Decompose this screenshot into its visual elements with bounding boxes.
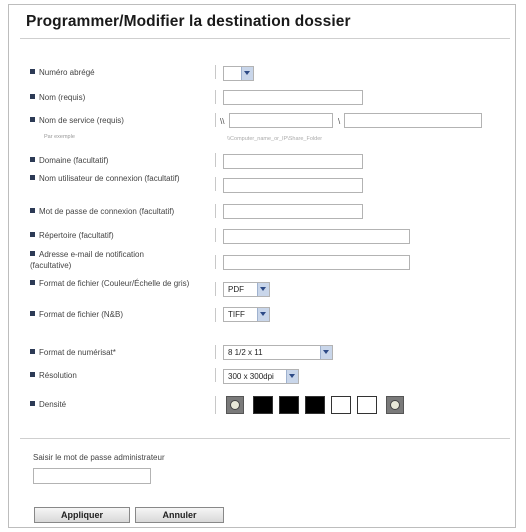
label-nom: Nom (requis) bbox=[30, 93, 210, 104]
title-divider bbox=[20, 38, 510, 39]
service-hint-example: \\Computer_name_or_IP\Share_Folder bbox=[227, 136, 323, 142]
row-divider bbox=[215, 345, 216, 359]
label-resolution-text: Résolution bbox=[39, 371, 77, 380]
density-level-swatch[interactable] bbox=[253, 396, 273, 414]
label-format-nb: Format de fichier (N&B) bbox=[30, 310, 210, 321]
admin-password-label: Saisir le mot de passe administrateur bbox=[33, 453, 165, 462]
resolution-select[interactable]: 300 x 300dpi bbox=[223, 369, 299, 384]
row-divider bbox=[215, 308, 216, 322]
label-format-numerisat: Format de numérisat* bbox=[30, 348, 210, 359]
row-divider bbox=[215, 153, 216, 167]
label-format-numerisat-text: Format de numérisat* bbox=[39, 348, 116, 357]
label-domaine: Domaine (facultatif) bbox=[30, 156, 210, 167]
label-repertoire-text: Répertoire (facultatif) bbox=[39, 231, 114, 240]
format-couleur-value: PDF bbox=[228, 285, 244, 294]
row-divider bbox=[215, 282, 216, 296]
label-domaine-text: Domaine (facultatif) bbox=[39, 156, 109, 165]
row-divider bbox=[215, 177, 216, 191]
bullet-icon bbox=[30, 401, 35, 406]
service-prefix-1: \\ bbox=[220, 117, 225, 126]
label-utilisateur: Nom utilisateur de connexion (facultatif… bbox=[30, 174, 180, 185]
label-resolution: Résolution bbox=[30, 371, 210, 382]
dropdown-arrow-icon[interactable] bbox=[286, 370, 298, 383]
utilisateur-input[interactable] bbox=[223, 178, 363, 193]
label-nom-text: Nom (requis) bbox=[39, 93, 86, 102]
format-numerisat-select[interactable]: 8 1/2 x 11 bbox=[223, 345, 333, 360]
row-divider bbox=[215, 396, 216, 414]
bullet-icon bbox=[30, 175, 35, 180]
apply-button[interactable]: Appliquer bbox=[34, 507, 130, 523]
density-level-swatch[interactable] bbox=[357, 396, 377, 414]
label-service-text: Nom de service (requis) bbox=[39, 116, 124, 125]
repertoire-input[interactable] bbox=[223, 229, 410, 244]
row-divider bbox=[215, 90, 216, 104]
format-couleur-select[interactable]: PDF bbox=[223, 282, 270, 297]
email-input[interactable] bbox=[223, 255, 410, 270]
density-level-swatch[interactable] bbox=[331, 396, 351, 414]
row-divider bbox=[215, 113, 216, 127]
bullet-icon bbox=[30, 349, 35, 354]
dropdown-arrow-icon[interactable] bbox=[257, 283, 269, 296]
label-densite: Densité bbox=[30, 400, 210, 411]
service-host-input[interactable] bbox=[229, 113, 333, 128]
label-format-couleur: Format de fichier (Couleur/Échelle de gr… bbox=[30, 279, 210, 290]
dropdown-arrow-icon[interactable] bbox=[320, 346, 332, 359]
label-motdepasse: Mot de passe de connexion (facultatif) bbox=[30, 207, 210, 218]
row-divider bbox=[215, 204, 216, 218]
decrease-density-icon[interactable] bbox=[226, 396, 244, 414]
label-numero: Numéro abrégé bbox=[30, 68, 210, 79]
motdepasse-input[interactable] bbox=[223, 204, 363, 219]
row-divider bbox=[215, 255, 216, 269]
density-level-swatch[interactable] bbox=[305, 396, 325, 414]
label-service: Nom de service (requis) bbox=[30, 116, 210, 127]
label-email-text: Adresse e-mail de notification (facultat… bbox=[30, 250, 144, 270]
bullet-icon bbox=[30, 372, 35, 377]
numero-select[interactable] bbox=[223, 66, 254, 81]
row-divider bbox=[215, 228, 216, 242]
bullet-icon bbox=[30, 69, 35, 74]
service-hint-label: Par exemple bbox=[44, 134, 75, 140]
bullet-icon bbox=[30, 157, 35, 162]
cancel-button[interactable]: Annuler bbox=[135, 507, 224, 523]
label-format-nb-text: Format de fichier (N&B) bbox=[39, 310, 124, 319]
bullet-icon bbox=[30, 208, 35, 213]
increase-density-icon[interactable] bbox=[386, 396, 404, 414]
bullet-icon bbox=[30, 232, 35, 237]
label-format-couleur-text: Format de fichier (Couleur/Échelle de gr… bbox=[39, 279, 190, 288]
bullet-icon bbox=[30, 311, 35, 316]
domaine-input[interactable] bbox=[223, 154, 363, 169]
bullet-icon bbox=[30, 280, 35, 285]
resolution-value: 300 x 300dpi bbox=[228, 372, 274, 381]
admin-password-input[interactable] bbox=[33, 468, 151, 484]
label-repertoire: Répertoire (facultatif) bbox=[30, 231, 210, 242]
format-nb-select[interactable]: TIFF bbox=[223, 307, 270, 322]
label-utilisateur-text: Nom utilisateur de connexion (facultatif… bbox=[39, 174, 180, 183]
row-divider bbox=[215, 65, 216, 79]
section-divider bbox=[20, 438, 510, 439]
label-email: Adresse e-mail de notification (facultat… bbox=[30, 250, 180, 271]
density-level-swatch[interactable] bbox=[279, 396, 299, 414]
dropdown-arrow-icon[interactable] bbox=[241, 67, 253, 80]
format-numerisat-value: 8 1/2 x 11 bbox=[228, 348, 263, 357]
service-share-input[interactable] bbox=[344, 113, 482, 128]
bullet-icon bbox=[30, 251, 35, 256]
label-numero-text: Numéro abrégé bbox=[39, 68, 95, 77]
service-prefix-2: \ bbox=[338, 117, 341, 126]
dropdown-arrow-icon[interactable] bbox=[257, 308, 269, 321]
bullet-icon bbox=[30, 117, 35, 122]
format-nb-value: TIFF bbox=[228, 310, 245, 319]
nom-input[interactable] bbox=[223, 90, 363, 105]
label-motdepasse-text: Mot de passe de connexion (facultatif) bbox=[39, 207, 175, 216]
row-divider bbox=[215, 368, 216, 382]
label-densite-text: Densité bbox=[39, 400, 67, 409]
bullet-icon bbox=[30, 94, 35, 99]
page-title: Programmer/Modifier la destination dossi… bbox=[26, 13, 351, 30]
